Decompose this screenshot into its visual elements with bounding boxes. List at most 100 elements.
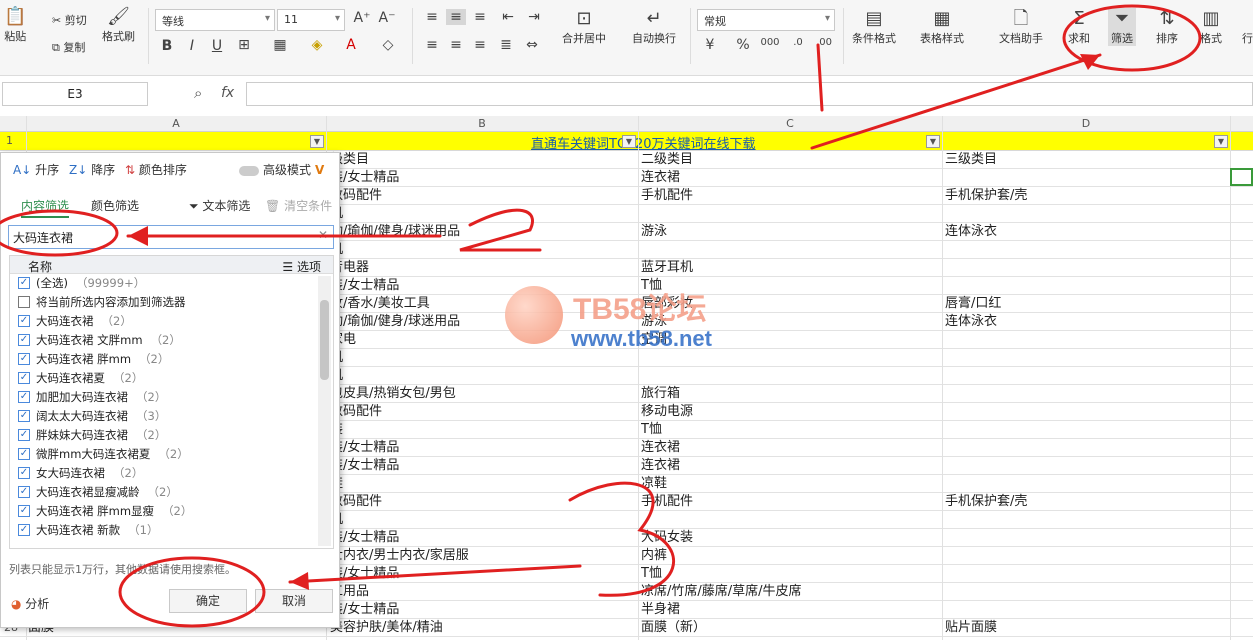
currency-icon[interactable]: ¥ <box>700 37 720 53</box>
font-name-select[interactable]: 等线 <box>155 9 275 31</box>
cell-c[interactable]: T恤 <box>641 565 939 583</box>
cell-c[interactable]: 连衣裙 <box>641 457 939 475</box>
cell-c[interactable]: 大码女装 <box>641 529 939 547</box>
font-color-icon[interactable]: A <box>341 37 361 53</box>
conditional-format-button[interactable]: ▤ 条件格式 <box>852 8 896 46</box>
formula-input[interactable] <box>246 82 1253 106</box>
clear-search-icon[interactable]: ✕ <box>318 228 328 242</box>
tab-color-filter[interactable]: 颜色筛选 <box>91 197 139 214</box>
checkbox[interactable]: ✓ <box>18 315 30 327</box>
cell-c[interactable]: 连衣裙 <box>641 439 939 457</box>
filter-dropdown-b[interactable]: ▼ <box>622 135 636 148</box>
filter-dropdown-a[interactable]: ▼ <box>310 135 324 148</box>
column-header-b[interactable]: B <box>326 117 638 130</box>
italic-icon[interactable]: I <box>182 38 202 54</box>
column-header-a[interactable]: A <box>26 117 326 130</box>
paste-button[interactable]: 📋 粘贴 <box>4 6 26 44</box>
align-bottom-icon[interactable]: ≡ <box>470 9 490 25</box>
cell-b[interactable]: 机 <box>330 205 636 223</box>
cell-b[interactable]: 装 <box>330 421 636 439</box>
cell-b[interactable]: 机 <box>330 367 636 385</box>
checkbox[interactable]: ✓ <box>18 467 30 479</box>
increase-font-icon[interactable]: A⁺ <box>352 10 372 26</box>
filter-list-item[interactable]: ✓ 大码连衣裙 胖mm （2） <box>10 350 333 369</box>
font-size-select[interactable]: 11 <box>277 9 345 31</box>
cut-button[interactable]: ✂ 剪切 <box>52 12 87 28</box>
cell-d[interactable]: 手机保护套/壳 <box>945 187 1227 205</box>
cell-c[interactable]: 蓝牙耳机 <box>641 259 939 277</box>
filter-dropdown-d[interactable]: ▼ <box>1214 135 1228 148</box>
sum-button[interactable]: Σ 求和 <box>1068 8 1090 46</box>
name-box[interactable]: E3 <box>2 82 148 106</box>
scrollbar-thumb[interactable] <box>320 300 329 380</box>
cell-c[interactable]: T恤 <box>641 421 939 439</box>
cell-b[interactable]: 数码配件 <box>330 403 636 421</box>
cell-b[interactable]: 机 <box>330 511 636 529</box>
column-header-c[interactable]: C <box>638 117 942 130</box>
list-scrollbar[interactable] <box>318 276 331 546</box>
filter-list-item[interactable]: ✓ 大码连衣裙 新款 （1） <box>10 521 333 540</box>
fill-color-icon[interactable]: ◈ <box>307 37 327 53</box>
cell-c[interactable]: 半身裙 <box>641 601 939 619</box>
sort-ascending-button[interactable]: A↓ 升序 <box>13 161 59 178</box>
filter-list-item[interactable]: ✓ 大码连衣裙 文胖mm （2） <box>10 331 333 350</box>
checkbox[interactable]: ✓ <box>18 429 30 441</box>
row-button[interactable]: 行 <box>1242 30 1253 46</box>
filter-list-item[interactable]: ✓ 女大码连衣裙 （2） <box>10 464 333 483</box>
checkbox[interactable]: ✓ <box>18 524 30 536</box>
cell-c[interactable]: 凉鞋 <box>641 475 939 493</box>
cell-d[interactable]: 贴片面膜 <box>945 619 1227 637</box>
options-button[interactable]: ☰ 选项 <box>282 258 321 275</box>
cell-b[interactable]: 机 <box>330 241 636 259</box>
filter-list-item[interactable]: ✓ 大码连衣裙 （2） <box>10 312 333 331</box>
cell-d[interactable]: 连体泳衣 <box>945 223 1227 241</box>
checkbox[interactable]: ✓ <box>18 353 30 365</box>
filter-list-item[interactable]: ✓ 加肥加大码连衣裙 （2） <box>10 388 333 407</box>
advanced-mode-toggle[interactable]: 高级模式 V <box>239 161 324 178</box>
cell-c[interactable]: 旅行箱 <box>641 385 939 403</box>
cell-b[interactable]: 动/瑜伽/健身/球迷用品 <box>330 223 636 241</box>
doc-helper-button[interactable]: 🗋 文档助手 <box>999 8 1043 46</box>
format-button[interactable]: ▥ 格式 <box>1200 8 1222 46</box>
checkbox[interactable] <box>18 296 30 308</box>
filter-list-item[interactable]: ✓ 大码连衣裙显瘦减龄 （2） <box>10 483 333 502</box>
tab-content-filter[interactable]: 内容筛选 <box>21 197 70 218</box>
cell-b[interactable]: 装/女士精品 <box>330 529 636 547</box>
cell-c[interactable]: 移动电源 <box>641 403 939 421</box>
align-right-icon[interactable]: ≡ <box>470 37 490 53</box>
cell-b[interactable]: 数码配件 <box>330 493 636 511</box>
clear-condition-button[interactable]: 🗑 清空条件 <box>265 197 332 214</box>
checkbox[interactable]: ✓ <box>18 410 30 422</box>
filter-list-item[interactable]: 将当前所选内容添加到筛选器 <box>10 293 333 312</box>
cell-c[interactable]: 手机配件 <box>641 493 939 511</box>
ok-button[interactable]: 确定 <box>169 589 247 613</box>
percent-icon[interactable]: % <box>733 37 753 53</box>
align-top-icon[interactable]: ≡ <box>422 9 442 25</box>
cell-d[interactable]: 手机保护套/壳 <box>945 493 1227 511</box>
align-middle-icon[interactable]: ≡ <box>446 9 466 25</box>
cancel-button[interactable]: 取消 <box>255 589 333 613</box>
column-header-d[interactable]: D <box>942 117 1230 130</box>
cell-b[interactable]: 装/女士精品 <box>330 457 636 475</box>
cell-c[interactable]: 面膜（新） <box>641 619 939 637</box>
cell-c[interactable]: 游泳 <box>641 223 939 241</box>
color-sort-button[interactable]: ⇅ 颜色排序 <box>125 161 187 178</box>
filter-list-item[interactable]: ✓ (全选) （99999+） <box>10 274 333 293</box>
filter-dropdown-c[interactable]: ▼ <box>926 135 940 148</box>
decrease-decimal-icon[interactable]: .00 <box>814 37 834 48</box>
cell-b[interactable]: 装/女士精品 <box>330 169 636 187</box>
cell-c[interactable]: 手机配件 <box>641 187 939 205</box>
cell-b[interactable]: 音电器 <box>330 259 636 277</box>
checkbox[interactable]: ✓ <box>18 372 30 384</box>
cell-b[interactable]: 装/女士精品 <box>330 439 636 457</box>
decrease-font-icon[interactable]: A⁻ <box>377 10 397 26</box>
cell-b[interactable]: 数码配件 <box>330 187 636 205</box>
cell-c[interactable]: 二级类目 <box>641 151 939 169</box>
filter-list-item[interactable]: ✓ 胖妹妹大码连衣裙 （2） <box>10 426 333 445</box>
filter-list-item[interactable]: ✓ 阔太太大码连衣裙 （3） <box>10 407 333 426</box>
align-left-icon[interactable]: ≡ <box>422 37 442 53</box>
cell-c[interactable]: 内裤 <box>641 547 939 565</box>
fill-style-icon[interactable]: ▦ <box>270 37 290 53</box>
cell-d[interactable]: 三级类目 <box>945 151 1227 169</box>
checkbox[interactable]: ✓ <box>18 486 30 498</box>
